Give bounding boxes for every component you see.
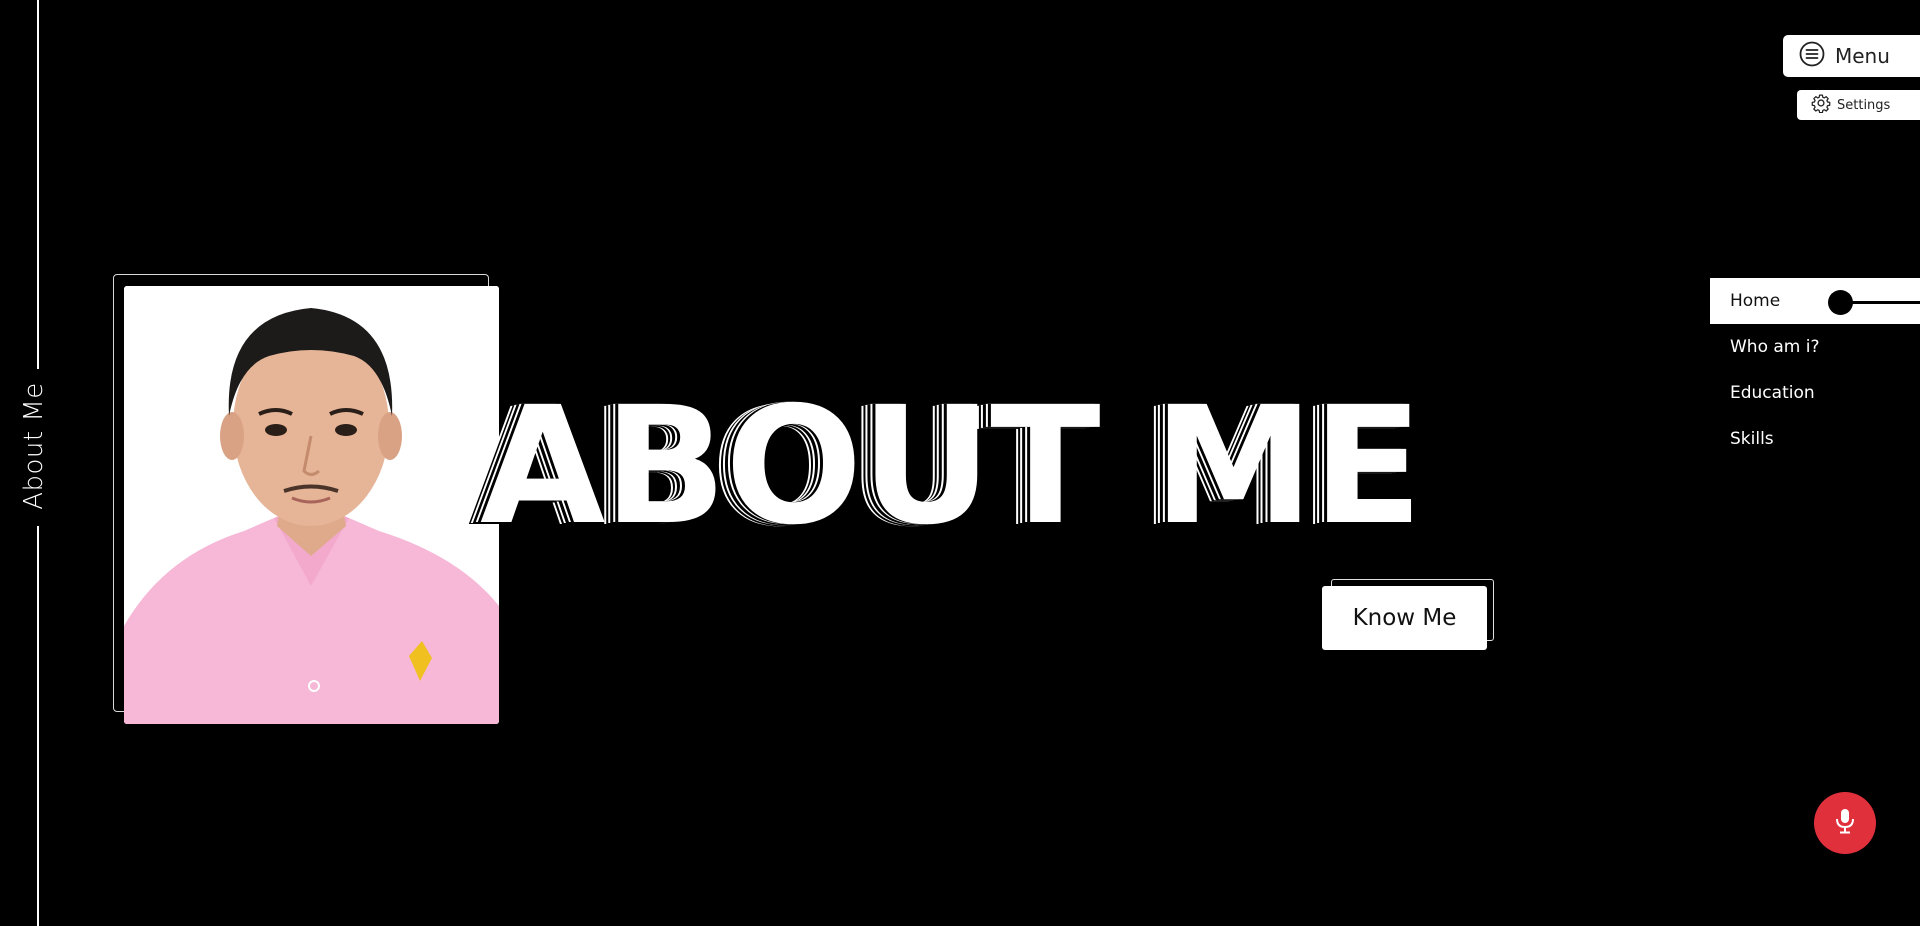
settings-button[interactable]: Settings xyxy=(1797,90,1920,120)
settings-label: Settings xyxy=(1837,97,1891,113)
active-indicator-line xyxy=(1850,301,1920,304)
know-me-button[interactable]: Know Me xyxy=(1322,586,1487,650)
rail-line-bottom xyxy=(37,526,39,926)
menu-label: Menu xyxy=(1835,44,1890,68)
nav-item-skills[interactable]: Skills xyxy=(1710,416,1920,462)
voice-input-button[interactable] xyxy=(1814,792,1876,854)
nav-item-who-am-i[interactable]: Who am i? xyxy=(1710,324,1920,370)
menu-circle-icon xyxy=(1799,41,1825,72)
microphone-icon xyxy=(1834,808,1856,839)
page-title: ABOUT ME xyxy=(480,373,1423,561)
nav-item-education[interactable]: Education xyxy=(1710,370,1920,416)
rail-line-top xyxy=(37,0,39,369)
nav-item-label: Who am i? xyxy=(1730,337,1820,357)
nav-item-label: Education xyxy=(1730,383,1815,403)
section-label: About Me xyxy=(19,382,49,510)
profile-photo xyxy=(124,286,499,724)
nav-item-label: Home xyxy=(1730,291,1781,311)
menu-button[interactable]: Menu xyxy=(1783,35,1920,77)
nav-item-home[interactable]: Home xyxy=(1710,278,1920,324)
section-nav: Home Who am i? Education Skills xyxy=(1710,278,1920,462)
gear-icon xyxy=(1811,93,1831,117)
nav-item-label: Skills xyxy=(1730,429,1774,449)
